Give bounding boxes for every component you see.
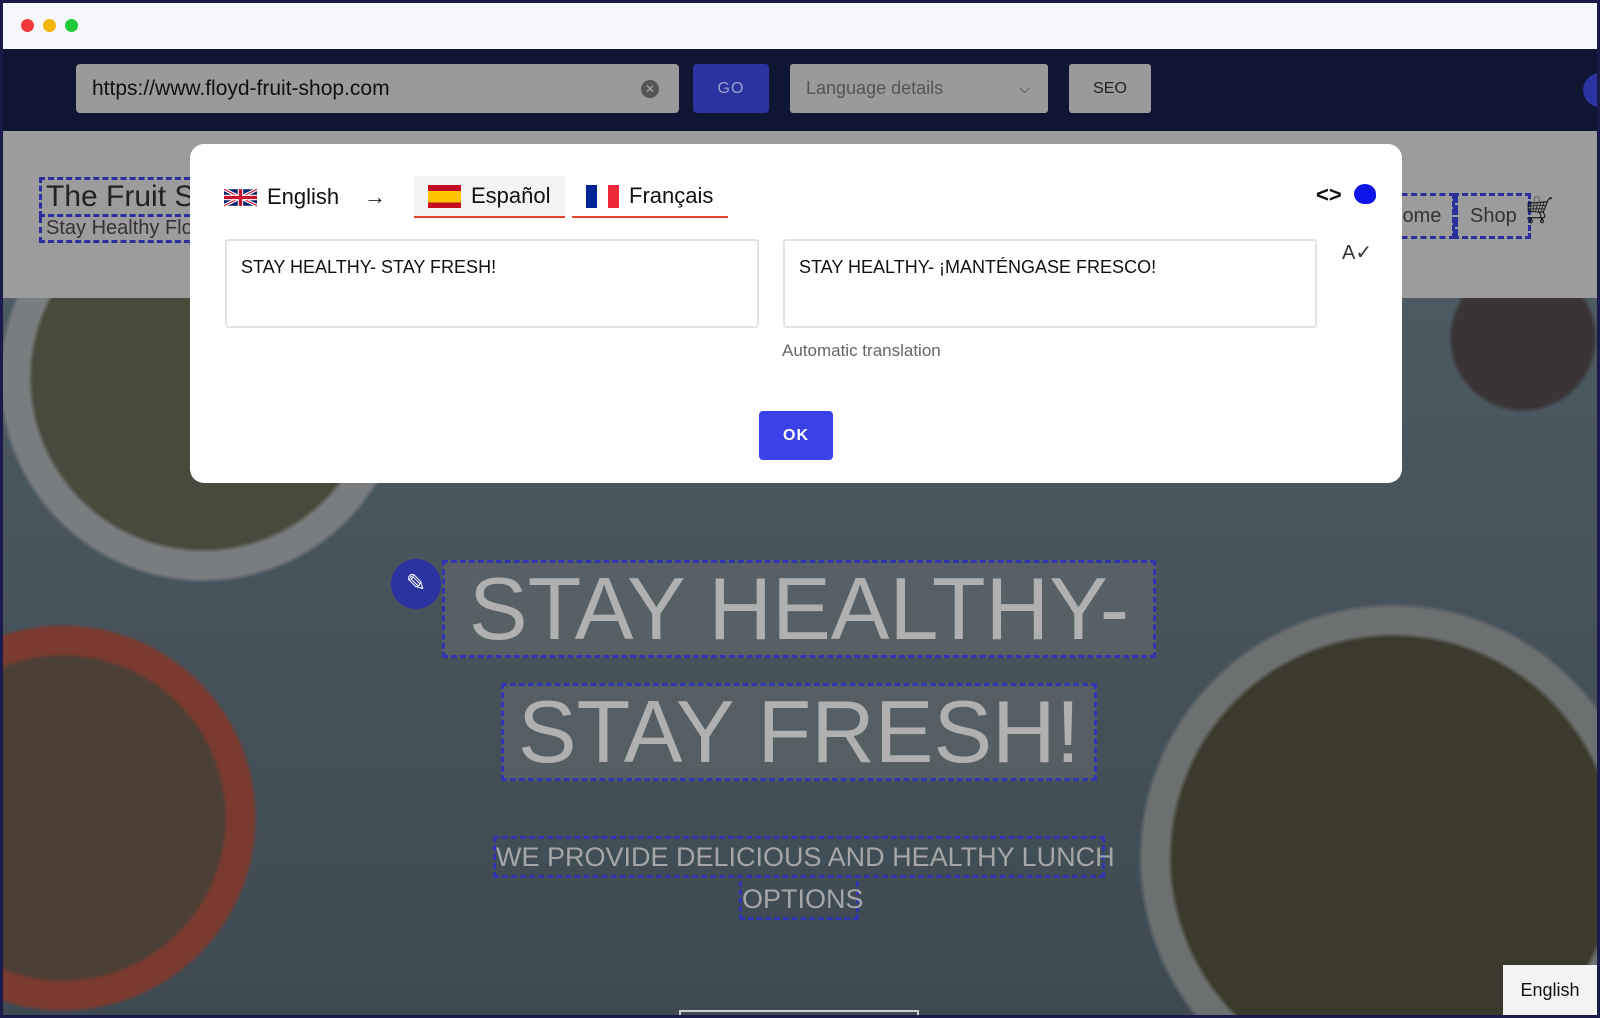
translated-text-field[interactable]: STAY HEALTHY- ¡MANTÉNGASE FRESCO! [783,239,1317,328]
source-language: English [210,176,353,218]
france-flag-icon [586,184,619,208]
tab-espanol[interactable]: Español [414,176,565,218]
uk-flag-icon [224,187,257,207]
language-details-select[interactable]: Language details ⌵ [790,64,1048,113]
clear-icon[interactable]: ✕ [641,80,659,98]
url-input[interactable]: https://www.floyd-fruit-shop.com ✕ [76,64,679,113]
palette-icon[interactable] [1354,184,1376,204]
tab-label: Español [471,183,551,208]
spain-flag-icon [428,184,461,208]
code-icon[interactable]: <> [1316,182,1342,208]
tab-label: Français [629,183,714,208]
source-language-label: English [267,184,340,209]
language-select-value: Language details [806,78,944,98]
translation-dialog: English → Español Français <> A✓ STAY HE… [190,144,1402,483]
arrow-right-icon: → [364,184,386,209]
source-text-field[interactable]: STAY HEALTHY- STAY FRESH! [225,239,759,328]
maximize-window-button[interactable] [65,19,78,32]
url-text: https://www.floyd-fruit-shop.com [92,77,390,100]
title-bar [3,3,1597,49]
tab-francais[interactable]: Français [572,176,728,218]
spellcheck-icon[interactable]: A✓ [1342,240,1372,265]
chevron-down-icon: ⌵ [1019,80,1030,96]
avatar[interactable] [1583,73,1597,107]
go-button[interactable]: GO [693,64,769,113]
automatic-translation-note: Automatic translation [782,341,941,360]
close-window-button[interactable] [21,19,34,32]
seo-button[interactable]: SEO [1069,64,1151,113]
ok-button[interactable]: OK [759,411,833,460]
minimize-window-button[interactable] [43,19,56,32]
editor-toolbar: https://www.floyd-fruit-shop.com ✕ GO Lan… [3,49,1597,131]
